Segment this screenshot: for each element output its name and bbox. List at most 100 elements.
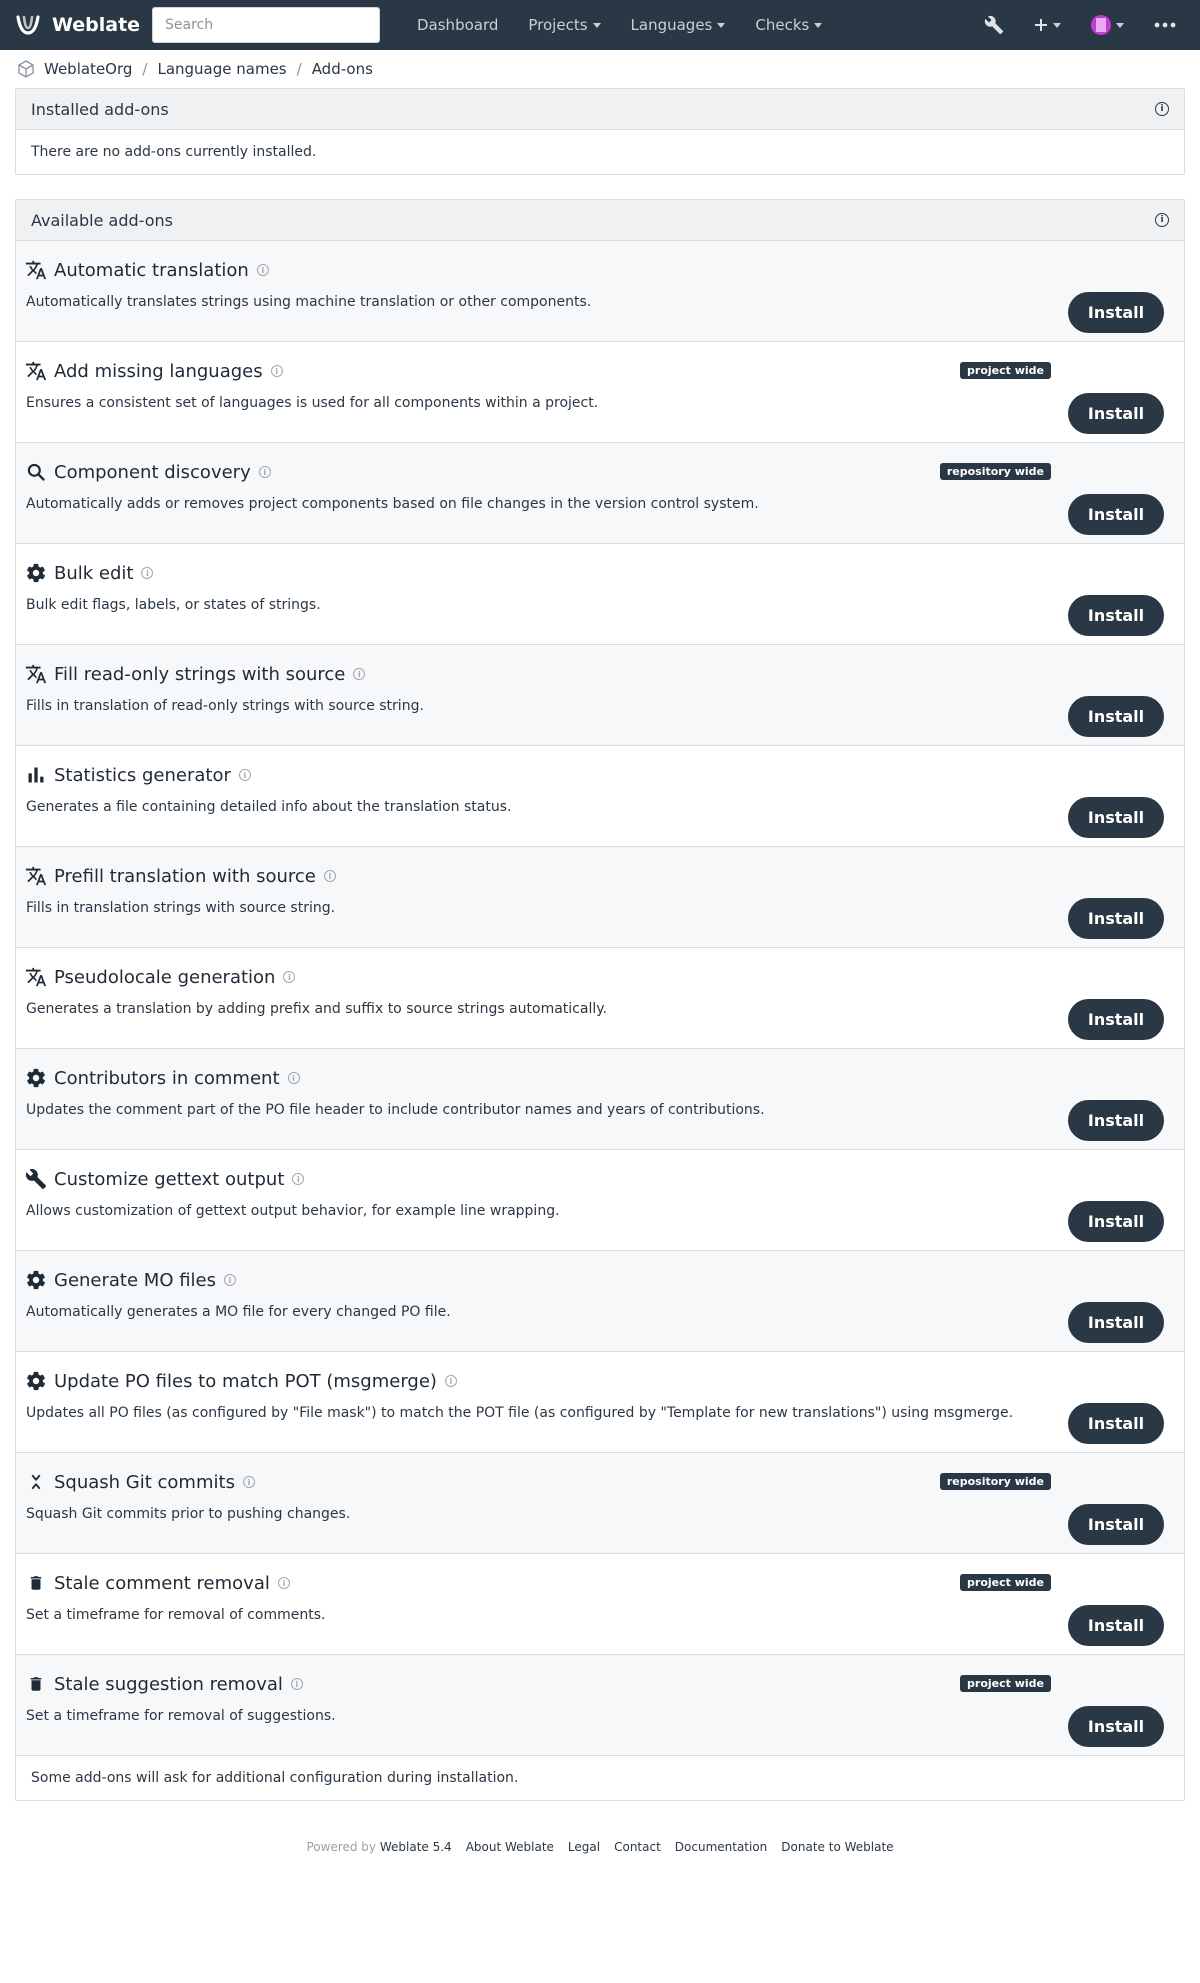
info-icon[interactable]: i xyxy=(242,1476,255,1488)
trash-icon xyxy=(24,1571,48,1595)
addon-description: Set a timeframe for removal of suggestio… xyxy=(26,1708,336,1724)
addon-description: Updates the comment part of the PO file … xyxy=(26,1102,765,1118)
addon-row: Prefill translation with source i Fills … xyxy=(16,847,1184,948)
scope-badge: project wide xyxy=(960,362,1051,379)
addon-title: Customize gettext output i xyxy=(24,1167,1176,1191)
install-button[interactable]: Install xyxy=(1068,595,1164,636)
info-icon[interactable]: i xyxy=(283,971,296,983)
info-icon[interactable]: i xyxy=(1155,102,1169,116)
install-button[interactable]: Install xyxy=(1068,494,1164,535)
addon-name: Stale comment removal xyxy=(54,1572,270,1594)
installed-addons-title: Installed add-ons xyxy=(31,99,169,119)
addon-row: Add missing languages i Ensures a consis… xyxy=(16,342,1184,443)
install-button[interactable]: Install xyxy=(1068,1504,1164,1545)
gear-icon xyxy=(24,1369,48,1393)
installed-addons-empty: There are no add-ons currently installed… xyxy=(31,144,317,160)
available-addons-title: Available add-ons xyxy=(31,210,173,230)
powered-by: Powered by xyxy=(306,1840,377,1854)
info-icon[interactable]: i xyxy=(277,1577,290,1589)
install-button[interactable]: Install xyxy=(1068,1605,1164,1646)
more-menu[interactable] xyxy=(1154,22,1176,28)
search-input[interactable] xyxy=(152,7,380,43)
nav-links: Dashboard Projects Languages Checks xyxy=(402,16,837,34)
install-button[interactable]: Install xyxy=(1068,1100,1164,1141)
nav-checks[interactable]: Checks xyxy=(740,16,837,34)
addon-row: Squash Git commits i Squash Git commits … xyxy=(16,1453,1184,1554)
gear-icon xyxy=(24,1268,48,1292)
breadcrumb-component[interactable]: Language names xyxy=(157,60,286,78)
footer-documentation-link[interactable]: Documentation xyxy=(675,1840,768,1854)
install-button[interactable]: Install xyxy=(1068,1706,1164,1747)
install-button[interactable]: Install xyxy=(1068,797,1164,838)
info-icon[interactable]: i xyxy=(444,1375,457,1387)
info-icon[interactable]: i xyxy=(323,870,336,882)
addon-description: Set a timeframe for removal of comments. xyxy=(26,1607,326,1623)
brand[interactable]: Weblate xyxy=(14,11,151,39)
footer-about-link[interactable]: About Weblate xyxy=(466,1840,554,1854)
avatar xyxy=(1091,15,1111,35)
info-icon[interactable]: i xyxy=(353,668,366,680)
tools-menu[interactable] xyxy=(984,15,1004,35)
user-menu[interactable] xyxy=(1091,15,1124,35)
install-button[interactable]: Install xyxy=(1068,1201,1164,1242)
addon-description: Generates a translation by adding prefix… xyxy=(26,1001,607,1017)
gear-icon xyxy=(24,561,48,585)
nav-projects[interactable]: Projects xyxy=(513,16,615,34)
addon-name: Prefill translation with source xyxy=(54,865,316,887)
info-icon[interactable]: i xyxy=(256,264,269,276)
addon-title: Pseudolocale generation i xyxy=(24,965,1176,989)
footer-contact-link[interactable]: Contact xyxy=(614,1840,661,1854)
add-menu[interactable] xyxy=(1034,18,1061,32)
addon-title: Update PO files to match POT (msgmerge) … xyxy=(24,1369,1176,1393)
addon-name: Generate MO files xyxy=(54,1269,216,1291)
addon-description: Fills in translation strings with source… xyxy=(26,900,336,916)
addon-row: Pseudolocale generation i Generates a tr… xyxy=(16,948,1184,1049)
trash-icon xyxy=(24,1672,48,1696)
addon-row: Bulk edit i Bulk edit flags, labels, or … xyxy=(16,544,1184,645)
info-icon[interactable]: i xyxy=(292,1173,305,1185)
addon-row: Contributors in comment i Updates the co… xyxy=(16,1049,1184,1150)
chevron-down-icon xyxy=(1053,22,1061,28)
breadcrumb-current[interactable]: Add-ons xyxy=(312,60,373,78)
footer-version-link[interactable]: Weblate 5.4 xyxy=(380,1840,452,1854)
install-button[interactable]: Install xyxy=(1068,696,1164,737)
addon-title: Statistics generator i xyxy=(24,763,1176,787)
addon-description: Bulk edit flags, labels, or states of st… xyxy=(26,597,321,613)
gear-icon xyxy=(24,1066,48,1090)
addon-list: Automatic translation i Automatically tr… xyxy=(16,241,1184,1756)
info-icon[interactable]: i xyxy=(238,769,251,781)
info-icon[interactable]: i xyxy=(290,1678,303,1690)
wrench-icon xyxy=(24,1167,48,1191)
nav-dashboard[interactable]: Dashboard xyxy=(402,16,513,34)
breadcrumb-project[interactable]: WeblateOrg xyxy=(44,60,132,78)
available-addons-panel: Available add-ons i Automatic translatio… xyxy=(15,199,1185,1801)
chart-icon xyxy=(24,763,48,787)
install-button[interactable]: Install xyxy=(1068,393,1164,434)
install-button[interactable]: Install xyxy=(1068,1403,1164,1444)
project-icon xyxy=(18,60,34,78)
breadcrumb: WeblateOrg / Language names / Add-ons xyxy=(0,50,1200,88)
install-button[interactable]: Install xyxy=(1068,1302,1164,1343)
addon-name: Customize gettext output xyxy=(54,1168,285,1190)
install-button[interactable]: Install xyxy=(1068,999,1164,1040)
info-icon[interactable]: i xyxy=(224,1274,236,1286)
nav-languages[interactable]: Languages xyxy=(616,16,741,34)
addons-footer-note: Some add-ons will ask for additional con… xyxy=(31,1770,519,1786)
footer-legal-link[interactable]: Legal xyxy=(568,1840,600,1854)
addon-title: Generate MO files i xyxy=(24,1268,1176,1292)
info-icon[interactable]: i xyxy=(141,567,154,579)
info-icon[interactable]: i xyxy=(270,365,283,377)
addon-row: Automatic translation i Automatically tr… xyxy=(16,241,1184,342)
info-icon[interactable]: i xyxy=(287,1072,300,1084)
addon-name: Contributors in comment xyxy=(54,1067,280,1089)
install-button[interactable]: Install xyxy=(1068,292,1164,333)
translate-icon xyxy=(24,864,48,888)
info-icon[interactable]: i xyxy=(1155,213,1169,227)
install-button[interactable]: Install xyxy=(1068,898,1164,939)
addon-row: Fill read-only strings with source i Fil… xyxy=(16,645,1184,746)
footer-donate-link[interactable]: Donate to Weblate xyxy=(781,1840,893,1854)
addon-name: Statistics generator xyxy=(54,764,231,786)
addon-description: Fills in translation of read-only string… xyxy=(26,698,424,714)
plus-icon xyxy=(1035,19,1047,31)
info-icon[interactable]: i xyxy=(258,466,271,478)
